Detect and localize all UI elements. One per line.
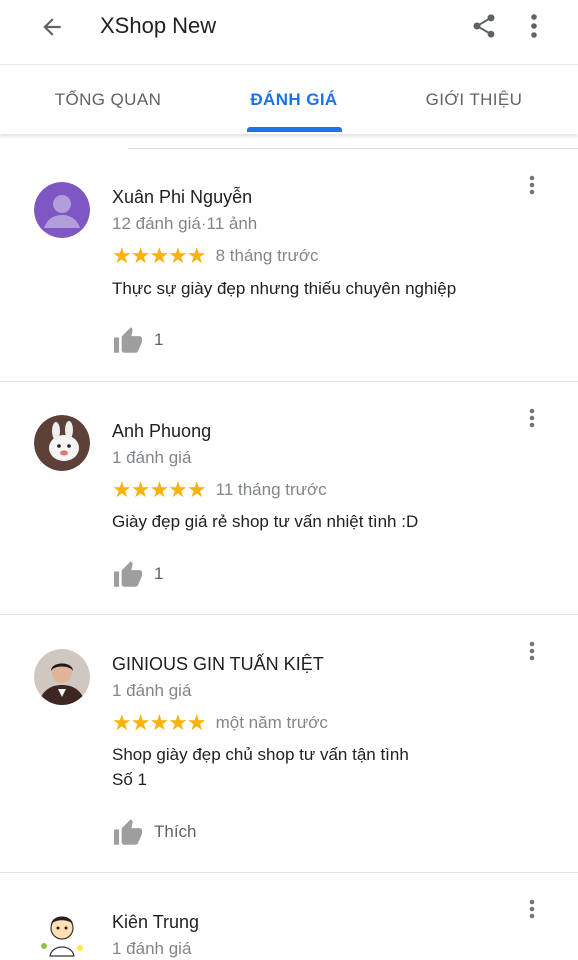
avatar[interactable] xyxy=(34,649,90,705)
tab-overview[interactable]: TỔNG QUAN xyxy=(28,65,188,135)
review-time: 11 tháng trước xyxy=(215,480,327,499)
like-label: Thích xyxy=(154,822,197,841)
review-text: Thực sự giày đẹp nhưng thiếu chuyên nghi… xyxy=(112,279,457,298)
like-count: 1 xyxy=(154,564,164,583)
like-button[interactable]: 1 xyxy=(112,326,163,354)
review-text: Giày đẹp giá rẻ shop tư vấn nhiệt tình :… xyxy=(112,512,419,531)
more-options-button[interactable] xyxy=(516,6,552,46)
reviewer-name[interactable]: Kiên Trung xyxy=(112,911,199,933)
more-vert-icon xyxy=(529,641,535,661)
review-text-line: Số 1 xyxy=(112,770,147,789)
divider xyxy=(0,872,578,873)
review-more-button[interactable] xyxy=(520,170,544,200)
arrow-back-icon xyxy=(43,18,61,36)
thumb-up-icon xyxy=(114,819,142,845)
avatar[interactable] xyxy=(34,182,90,238)
rating-row: ★★★★★ 11 tháng trước xyxy=(112,479,327,501)
divider xyxy=(0,614,578,615)
thumb-up-icon xyxy=(114,561,142,587)
active-tab-indicator xyxy=(247,127,342,132)
reviewer-meta: 12 đánh giá·11 ảnh xyxy=(112,214,258,233)
star-rating: ★★★★★ xyxy=(112,243,207,268)
reviewer-meta: 1 đánh giá xyxy=(112,939,192,958)
reviewer-name[interactable]: GINIOUS GIN TUẤN KIỆT xyxy=(112,653,324,675)
star-rating: ★★★★★ xyxy=(112,710,207,735)
more-vert-icon xyxy=(529,175,535,195)
review-more-button[interactable] xyxy=(520,894,544,924)
review-time: 8 tháng trước xyxy=(215,246,319,265)
avatar[interactable] xyxy=(34,415,90,471)
more-vert-icon xyxy=(529,899,535,919)
review-time: một năm trước xyxy=(215,713,328,732)
share-button[interactable] xyxy=(464,6,504,46)
tab-bar: TỔNG QUAN ĐÁNH GIÁ GIỚI THIỆU xyxy=(0,64,578,134)
like-button[interactable]: Thích xyxy=(112,818,197,846)
more-vert-icon xyxy=(529,408,535,428)
review-text: Shop giày đẹp chủ shop tư vấn tận tình S… xyxy=(112,742,532,792)
divider xyxy=(0,381,578,382)
reviewer-name[interactable]: Xuân Phi Nguyễn xyxy=(112,186,252,208)
page-title: XShop New xyxy=(100,13,217,38)
more-vert-icon xyxy=(531,14,537,38)
review-text-line: Shop giày đẹp chủ shop tư vấn tận tình xyxy=(112,745,409,764)
star-rating: ★★★★★ xyxy=(112,477,207,502)
review-more-button[interactable] xyxy=(520,636,544,666)
review-more-button[interactable] xyxy=(520,403,544,433)
share-icon xyxy=(473,14,495,38)
tab-reviews[interactable]: ĐÁNH GIÁ xyxy=(214,65,374,135)
back-button[interactable] xyxy=(30,8,74,46)
rabbit-avatar-icon xyxy=(34,415,90,471)
avatar[interactable] xyxy=(34,906,90,960)
rating-row: ★★★★★ một năm trước xyxy=(112,712,328,734)
like-count: 1 xyxy=(154,330,164,349)
reviewer-meta: 1 đánh giá xyxy=(112,681,192,700)
tab-about[interactable]: GIỚI THIỆU xyxy=(394,65,554,135)
rating-row: ★★★★★ 8 tháng trước xyxy=(112,245,318,267)
app-bar: XShop New xyxy=(0,0,578,64)
like-button[interactable]: 1 xyxy=(112,560,163,588)
default-avatar-icon xyxy=(34,182,90,238)
reviewer-meta: 1 đánh giá xyxy=(112,448,192,467)
cartoon-avatar-icon xyxy=(34,906,90,960)
thumb-up-icon xyxy=(114,327,142,353)
reviewer-name[interactable]: Anh Phuong xyxy=(112,420,211,442)
divider xyxy=(128,148,578,149)
person-photo-avatar-icon xyxy=(34,649,90,705)
